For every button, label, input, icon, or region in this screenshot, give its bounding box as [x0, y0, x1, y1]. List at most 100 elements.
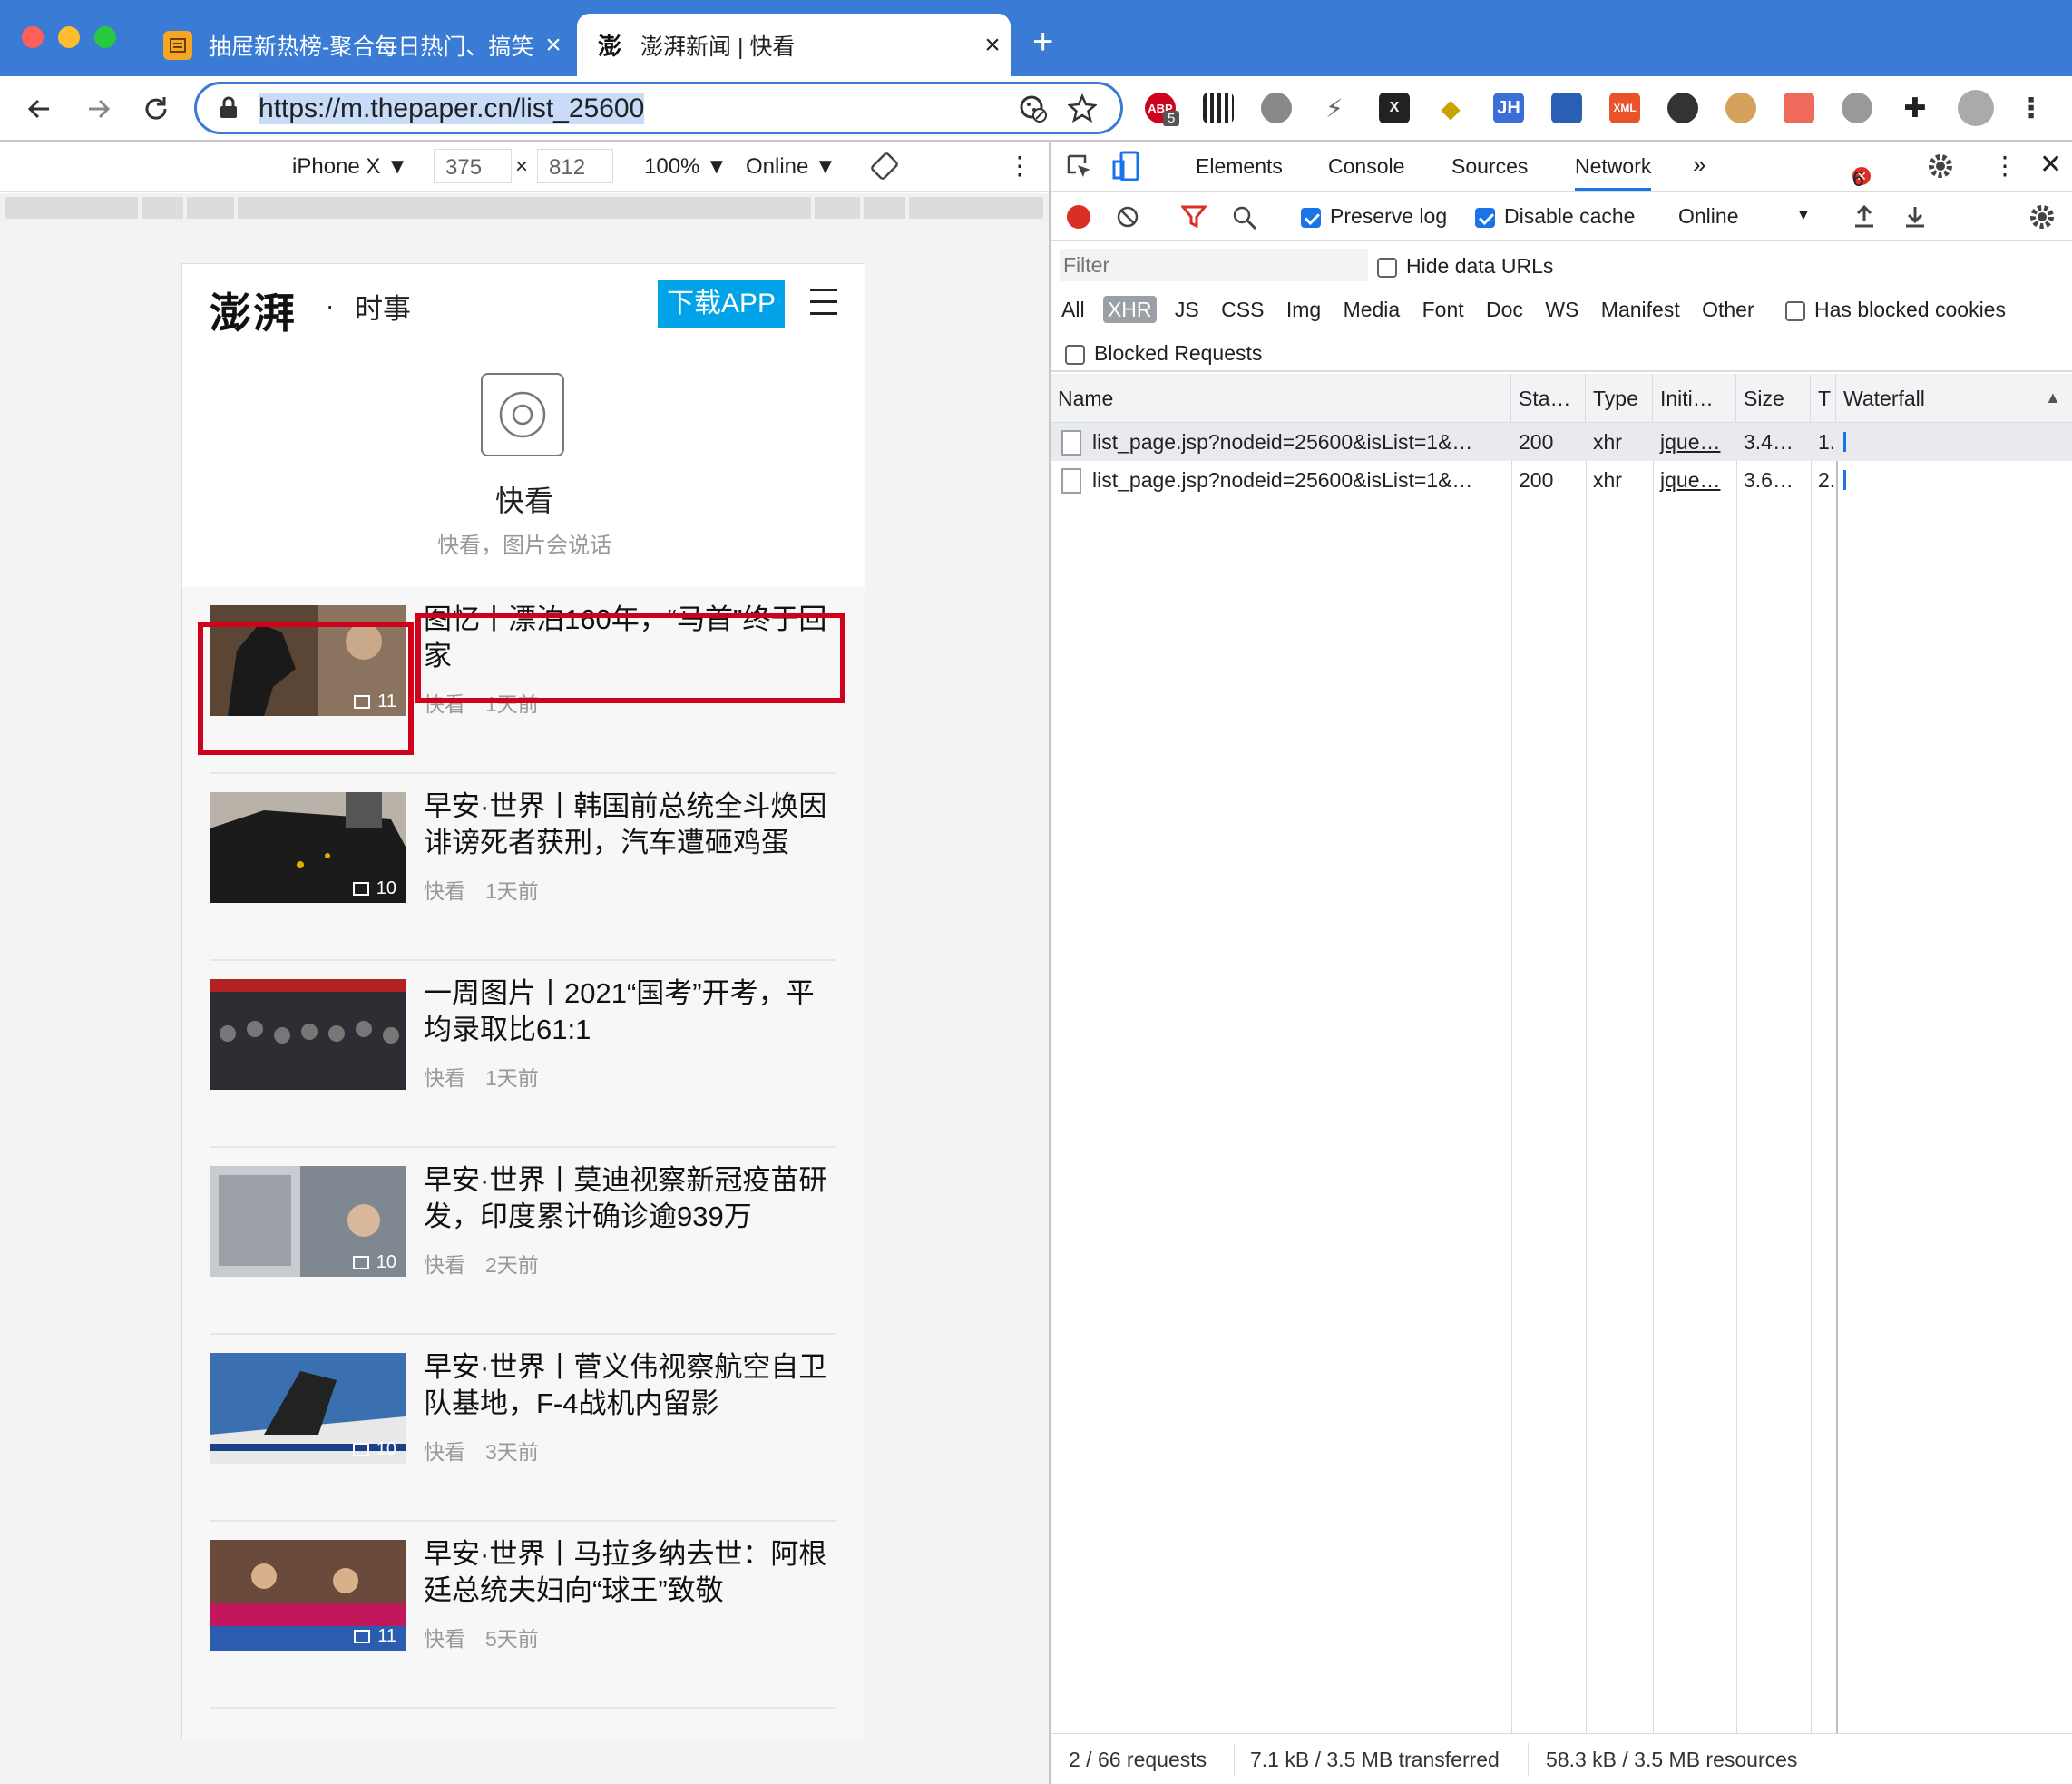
back-icon[interactable] — [24, 93, 56, 125]
filter-input[interactable] — [1060, 249, 1368, 281]
device-more-icon[interactable]: ⋮ — [1007, 151, 1032, 181]
col-time[interactable]: T — [1811, 374, 1836, 423]
address-bar[interactable]: https://m.thepaper.cn/list_25600 — [194, 82, 1123, 134]
reload-icon[interactable] — [140, 93, 172, 125]
puzzle-extensions-icon[interactable]: ✚ — [1900, 93, 1930, 123]
device-select[interactable]: iPhone X ▼ — [292, 154, 408, 180]
download-app-button[interactable]: 下载APP — [658, 280, 785, 328]
filter-img[interactable]: Img — [1286, 298, 1321, 321]
clear-icon[interactable] — [1116, 205, 1139, 229]
tab-close-icon[interactable]: × — [535, 30, 572, 61]
devtools-menu-icon[interactable]: ⋮ — [1992, 151, 2018, 181]
list-item[interactable]: 一周图片丨2021“国考”开考，平均录取比61:1 快看 1天前 — [210, 961, 836, 1148]
news-title[interactable]: 早安·世界丨莫迪视察新冠疫苗研发，印度累计确诊逾939万 — [424, 1162, 832, 1235]
jh-extension-icon[interactable]: JH — [1493, 93, 1524, 123]
list-item[interactable]: 11 早安·世界丨马拉多纳去世：阿根廷总统夫妇向“球王”致敬 快看 5天前 — [210, 1522, 836, 1709]
tab-elements[interactable]: Elements — [1196, 154, 1283, 179]
globe-extension-icon[interactable] — [1261, 93, 1292, 123]
filter-other[interactable]: Other — [1702, 298, 1754, 321]
filter-icon[interactable] — [1181, 205, 1207, 229]
request-initiator[interactable]: jque… — [1653, 423, 1736, 461]
device-height-input[interactable]: 812 — [537, 149, 613, 183]
filter-manifest[interactable]: Manifest — [1601, 298, 1680, 321]
settings-gear-icon[interactable] — [1927, 152, 1954, 180]
tab-network[interactable]: Network — [1575, 154, 1652, 191]
record-icon[interactable] — [1067, 205, 1090, 229]
bookmark-star-icon[interactable] — [1068, 93, 1097, 123]
filter-xhr[interactable]: XHR — [1102, 296, 1157, 323]
maximize-window-button[interactable] — [94, 26, 116, 48]
earth-extension-icon[interactable] — [1842, 93, 1872, 123]
news-thumbnail[interactable]: 11 — [210, 1540, 406, 1651]
hide-data-urls-checkbox[interactable]: Hide data URLs — [1377, 254, 1553, 279]
request-name[interactable]: list_page.jsp?nodeid=25600&isList=1&… — [1085, 423, 1510, 461]
news-thumbnail[interactable]: 10 — [210, 1166, 406, 1277]
tab-thepaper[interactable]: 澎 澎湃新闻 | 快看 × — [577, 14, 1011, 76]
news-title[interactable]: 早安·世界丨菅义伟视察航空自卫队基地，F-4战机内留影 — [424, 1349, 832, 1422]
close-window-button[interactable] — [22, 26, 44, 48]
lightning-extension-icon[interactable]: ⚡ — [1319, 93, 1350, 123]
rotate-icon[interactable] — [871, 152, 898, 180]
device-toggle-icon[interactable] — [1112, 151, 1141, 181]
disable-cache-checkbox[interactable]: Disable cache — [1475, 204, 1635, 229]
filter-font[interactable]: Font — [1422, 298, 1464, 321]
news-title[interactable]: 一周图片丨2021“国考”开考，平均录取比61:1 — [424, 975, 832, 1048]
col-type[interactable]: Type — [1586, 374, 1653, 423]
close-devtools-icon[interactable]: ✕ — [2039, 149, 2062, 181]
list-item[interactable]: 10 早安·世界丨韩国前总统全斗焕因诽谤死者获刑，汽车遭砸鸡蛋 快看 1天前 — [210, 774, 836, 961]
preserve-log-checkbox[interactable]: Preserve log — [1301, 204, 1447, 229]
new-tab-button[interactable]: + — [1032, 24, 1053, 60]
filter-css[interactable]: CSS — [1221, 298, 1264, 321]
throttling-select[interactable]: Online ▼ — [1678, 204, 1814, 229]
request-name[interactable]: list_page.jsp?nodeid=25600&isList=1&… — [1085, 461, 1510, 499]
minimize-window-button[interactable] — [58, 26, 80, 48]
tab-console[interactable]: Console — [1328, 154, 1404, 179]
tab-chouti[interactable]: 抽屉新热榜-聚合每日热门、搞笑 × — [145, 14, 572, 76]
cookie-extension-icon[interactable] — [1725, 93, 1756, 123]
has-blocked-cookies-checkbox[interactable]: Has blocked cookies — [1785, 298, 2006, 321]
filter-ws[interactable]: WS — [1545, 298, 1578, 321]
tab-close-icon[interactable]: × — [974, 30, 1011, 61]
network-throttle-select[interactable]: Online ▼ — [746, 154, 836, 180]
filter-media[interactable]: Media — [1344, 298, 1401, 321]
gem-extension-icon[interactable]: ◆ — [1435, 93, 1466, 123]
list-item[interactable]: 10 早安·世界丨莫迪视察新冠疫苗研发，印度累计确诊逾939万 快看 2天前 — [210, 1148, 836, 1335]
col-initiator[interactable]: Initi… — [1653, 374, 1736, 423]
news-title[interactable]: 早安·世界丨马拉多纳去世：阿根廷总统夫妇向“球王”致敬 — [424, 1536, 832, 1609]
news-thumbnail[interactable] — [210, 979, 406, 1090]
col-size[interactable]: Size — [1736, 374, 1811, 423]
import-har-icon[interactable] — [1852, 203, 1876, 229]
filter-doc[interactable]: Doc — [1486, 298, 1523, 321]
table-row[interactable]: list_page.jsp?nodeid=25600&isList=1&… 20… — [1051, 461, 2072, 499]
zoom-select[interactable]: 100% ▼ — [644, 154, 728, 180]
col-waterfall[interactable]: Waterfall — [1836, 374, 2072, 423]
window-extension-icon[interactable] — [1784, 93, 1814, 123]
table-row[interactable]: list_page.jsp?nodeid=25600&isList=1&… 20… — [1051, 423, 2072, 461]
spy-extension-icon[interactable] — [1667, 93, 1698, 123]
xml-extension-icon[interactable]: XML — [1609, 93, 1640, 123]
save-extension-icon[interactable] — [1551, 93, 1582, 123]
thepaper-logo[interactable]: 澎湃 — [210, 280, 297, 340]
cookie-blocked-icon[interactable] — [1019, 94, 1048, 123]
list-item[interactable]: 10 早安·世界丨菅义伟视察航空自卫队基地，F-4战机内留影 快看 3天前 — [210, 1335, 836, 1522]
x-extension-icon[interactable]: X — [1379, 93, 1410, 123]
search-icon[interactable] — [1232, 205, 1257, 230]
profile-avatar-icon[interactable] — [1958, 90, 1994, 126]
request-initiator[interactable]: jque… — [1653, 461, 1736, 499]
export-har-icon[interactable] — [1903, 203, 1927, 229]
more-tabs-icon[interactable]: » — [1693, 151, 1705, 179]
lock-icon[interactable] — [219, 96, 239, 120]
inspect-element-icon[interactable] — [1065, 152, 1094, 181]
qr-code-extension-icon[interactable] — [1203, 93, 1234, 123]
col-name[interactable]: Name — [1051, 374, 1511, 423]
blocked-requests-checkbox[interactable]: Blocked Requests — [1065, 341, 1262, 366]
col-status[interactable]: Sta… — [1511, 374, 1586, 423]
news-title[interactable]: 早安·世界丨韩国前总统全斗焕因诽谤死者获刑，汽车遭砸鸡蛋 — [424, 789, 832, 861]
news-thumbnail[interactable]: 10 — [210, 1353, 406, 1464]
news-thumbnail[interactable]: 10 — [210, 792, 406, 903]
filter-js[interactable]: JS — [1175, 298, 1199, 321]
forward-icon[interactable] — [82, 93, 114, 125]
filter-all[interactable]: All — [1061, 298, 1085, 321]
hamburger-menu-icon[interactable] — [810, 289, 837, 324]
device-width-input[interactable]: 375 — [434, 149, 512, 183]
